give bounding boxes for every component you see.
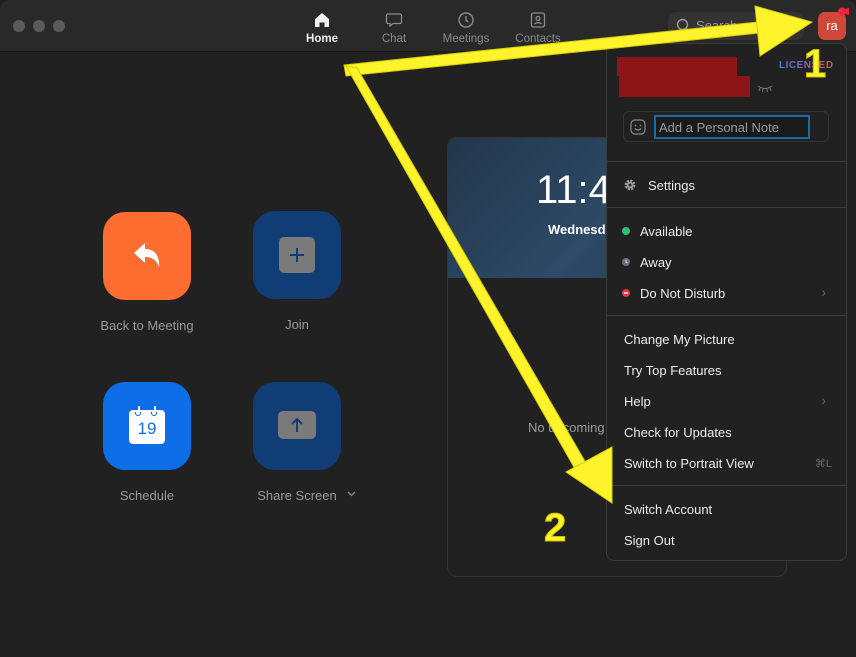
hide-email-eye-icon[interactable] (757, 84, 773, 92)
join-label: Join (285, 317, 309, 332)
zoom-app-window: Home Chat Meetings Contacts Search ra Ba… (0, 0, 856, 657)
share-screen-button[interactable] (253, 382, 341, 470)
clock-date: Wednesd (548, 222, 606, 237)
chevron-right-icon: › (821, 284, 826, 300)
sign-out-label: Sign Out (624, 533, 675, 548)
menu-divider (607, 161, 846, 162)
menu-item-help[interactable]: Help › (607, 387, 846, 415)
calendar-day: 19 (137, 419, 157, 438)
tab-meetings[interactable]: Meetings (431, 8, 501, 48)
gear-icon (624, 179, 636, 191)
switch-account-label: Switch Account (624, 502, 713, 517)
menu-divider (607, 485, 846, 486)
profile-avatar-button[interactable]: ra (818, 12, 846, 40)
away-clock-icon (622, 258, 630, 266)
portrait-view-shortcut: ⌘L (814, 458, 832, 470)
check-updates-label: Check for Updates (624, 425, 732, 440)
redacted-user-email (619, 76, 750, 97)
share-up-arrow-icon (278, 411, 316, 439)
clock-icon (457, 11, 475, 29)
tab-chat-label: Chat (381, 33, 407, 45)
status-do-not-disturb[interactable]: Do Not Disturb › (607, 279, 846, 307)
search-placeholder: Search (696, 18, 738, 33)
chevron-right-icon: › (821, 392, 826, 408)
menu-item-settings[interactable]: Settings (607, 171, 846, 199)
available-status-dot-icon (622, 227, 630, 235)
menu-item-change-picture[interactable]: Change My Picture (607, 325, 846, 353)
status-available[interactable]: Available (607, 217, 846, 245)
reply-arrow-icon (134, 243, 160, 267)
tab-home-label: Home (306, 33, 338, 45)
home-icon (313, 11, 331, 29)
menu-item-portrait-view[interactable]: Switch to Portrait View ⌘L (607, 449, 846, 477)
personal-note-input[interactable] (654, 115, 810, 139)
tab-contacts[interactable]: Contacts (503, 8, 573, 48)
search-icon (676, 18, 692, 34)
clock-time: 11:4 (536, 168, 611, 212)
contact-card-icon (529, 11, 547, 29)
settings-label: Settings (648, 178, 695, 193)
avatar-initials: ra (826, 18, 838, 33)
status-away[interactable]: Away (607, 248, 846, 276)
status-available-label: Available (640, 224, 693, 239)
menu-divider (607, 207, 846, 208)
status-away-label: Away (640, 255, 672, 270)
help-label: Help (624, 394, 651, 409)
portrait-view-label: Switch to Portrait View (624, 456, 754, 471)
share-screen-dropdown-chevron-icon[interactable] (347, 491, 356, 497)
menu-item-try-top-features[interactable]: Try Top Features (607, 356, 846, 384)
do-not-disturb-icon (622, 289, 630, 297)
join-button[interactable] (253, 211, 341, 299)
search-box[interactable]: Search (668, 12, 804, 40)
tab-meetings-label: Meetings (442, 33, 490, 45)
close-window-button[interactable] (13, 20, 25, 32)
minimize-window-button[interactable] (33, 20, 45, 32)
profile-dropdown-menu: LICENSED Settings Available (606, 43, 847, 561)
smiley-icon[interactable] (630, 119, 646, 135)
annotation-step-2: 2 (543, 506, 567, 551)
schedule-button[interactable]: 19 (103, 382, 191, 470)
tab-home[interactable]: Home (287, 8, 357, 48)
back-to-meeting-button[interactable] (103, 212, 191, 300)
status-dnd-label: Do Not Disturb (640, 286, 726, 301)
plus-icon (279, 237, 315, 273)
tab-chat[interactable]: Chat (359, 8, 429, 48)
zoom-window-button[interactable] (53, 20, 65, 32)
video-recording-indicator-icon (838, 7, 849, 16)
change-picture-label: Change My Picture (624, 332, 735, 347)
back-to-meeting-label: Back to Meeting (100, 318, 194, 333)
menu-item-switch-account[interactable]: Switch Account (607, 495, 846, 523)
annotation-step-1: 1 (803, 42, 827, 87)
menu-divider (607, 315, 846, 316)
schedule-label: Schedule (119, 488, 175, 503)
redacted-user-name (617, 57, 737, 76)
menu-item-sign-out[interactable]: Sign Out (607, 526, 846, 554)
no-upcoming-meetings-text: No upcoming (528, 420, 605, 435)
calendar-icon: 19 (129, 406, 165, 444)
personal-note-box (623, 111, 829, 142)
chat-icon (385, 11, 403, 29)
menu-item-check-updates[interactable]: Check for Updates (607, 418, 846, 446)
try-top-features-label: Try Top Features (624, 363, 722, 378)
tab-contacts-label: Contacts (515, 33, 561, 45)
